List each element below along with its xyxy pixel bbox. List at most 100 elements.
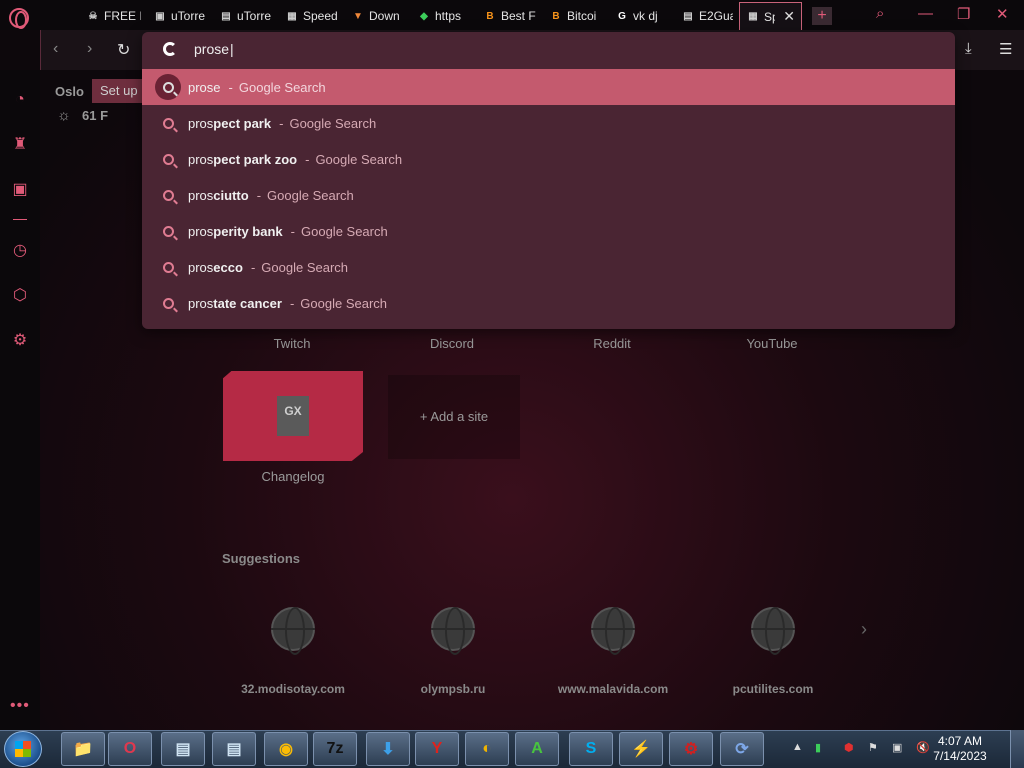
suggestion-row[interactable]: pros perity bank - Google Search: [142, 213, 955, 249]
skype-icon[interactable]: S: [569, 732, 613, 766]
security-app-icon[interactable]: ⚙: [669, 732, 713, 766]
close-tab-icon[interactable]: ✕: [783, 8, 795, 25]
document-viewer-icon[interactable]: ▤: [161, 732, 205, 766]
search-icon: [155, 290, 181, 316]
tab-title: Speed: [303, 9, 338, 23]
speed-dial-youtube[interactable]: YouTube: [702, 336, 842, 351]
grid-icon: ▦: [287, 10, 297, 22]
start-button[interactable]: [4, 731, 42, 767]
new-tab-button[interactable]: +: [812, 7, 832, 25]
speed-dial-discord[interactable]: Discord: [382, 336, 522, 351]
tab-title: uTorre: [237, 9, 272, 23]
browser-icon[interactable]: ◐: [465, 732, 509, 766]
globe-icon[interactable]: [591, 607, 635, 655]
chevron-right-icon[interactable]: ›: [861, 619, 867, 640]
gx-control-icon[interactable]: ◔: [10, 90, 30, 110]
suggestion-typed-part: pros: [188, 259, 214, 275]
suggestion-row[interactable]: pros ecco - Google Search: [142, 249, 955, 285]
tab-5[interactable]: ◆ https: [411, 2, 477, 30]
taskbar-app-glyph: 📁: [73, 741, 93, 758]
download-manager-icon[interactable]: ⬇: [366, 732, 410, 766]
suggestion-typed-part: pros: [188, 295, 214, 311]
suggestion-typed-part: pros: [188, 223, 214, 239]
minimize-icon[interactable]: —: [918, 5, 933, 22]
suggestion-row[interactable]: pros pect park zoo - Google Search: [142, 141, 955, 177]
tab-2[interactable]: ▤ uTorre: [213, 2, 279, 30]
search-icon: [155, 254, 181, 280]
tray-overflow-icon[interactable]: ▲: [792, 741, 803, 753]
taskbar-app-glyph: 7z: [326, 740, 344, 757]
suggestion-row[interactable]: pros ciutto - Google Search: [142, 177, 955, 213]
tab-3[interactable]: ▦ Speed: [279, 2, 345, 30]
sidebar-more-icon[interactable]: •••: [10, 697, 30, 715]
suggested-site-label[interactable]: pcutilites.com: [698, 682, 848, 696]
search-tabs-icon[interactable]: ⌕: [876, 5, 884, 22]
suggestion-separator: -: [290, 223, 295, 239]
search-icon: [155, 74, 181, 100]
android-app-icon[interactable]: A: [515, 732, 559, 766]
gx-corner-icon[interactable]: ♜: [10, 135, 30, 155]
twitch-icon[interactable]: ▣: [10, 180, 30, 200]
show-desktop-button[interactable]: [1010, 730, 1024, 768]
back-icon[interactable]: ‹: [53, 40, 58, 58]
tab-9[interactable]: ▤ E2Gua: [675, 2, 739, 30]
address-input[interactable]: prose: [194, 41, 234, 57]
7zip-icon[interactable]: 7z: [313, 732, 357, 766]
opera-menu-icon[interactable]: [9, 8, 29, 29]
close-window-icon[interactable]: ✕: [996, 5, 1009, 23]
suggestion-row[interactable]: pros tate cancer - Google Search: [142, 285, 955, 321]
tab-7[interactable]: B Bitcoi: [543, 2, 609, 30]
network-icon[interactable]: ▣: [892, 741, 902, 754]
reload-icon[interactable]: ↻: [117, 40, 130, 60]
tab-1[interactable]: ▣ uTorre: [147, 2, 213, 30]
file-explorer-icon[interactable]: 📁: [61, 732, 105, 766]
suggestion-source: Google Search: [261, 259, 349, 275]
bolt-app-icon[interactable]: ⚡: [619, 732, 663, 766]
globe-icon[interactable]: [751, 607, 795, 655]
clock-date: 7/14/2023: [933, 749, 987, 763]
clock[interactable]: 4:07 AM 7/14/2023: [930, 734, 990, 764]
speed-dial-changelog-label[interactable]: Changelog: [223, 469, 363, 484]
tab-6[interactable]: B Best F: [477, 2, 543, 30]
tab-4[interactable]: ▼ Down: [345, 2, 411, 30]
action-center-icon[interactable]: ⚑: [868, 741, 878, 754]
chrome-icon[interactable]: ◉: [264, 732, 308, 766]
battery-tray-icon[interactable]: ▮: [815, 741, 821, 754]
yandex-icon[interactable]: Y: [415, 732, 459, 766]
globe-icon[interactable]: [431, 607, 475, 655]
taskbar-app-glyph: ▤: [226, 741, 242, 758]
suggestion-source: Google Search: [267, 187, 354, 203]
security-tray-icon[interactable]: ⬢: [844, 741, 854, 754]
suggested-site-label[interactable]: olympsb.ru: [378, 682, 528, 696]
speed-dial-reddit[interactable]: Reddit: [542, 336, 682, 351]
downloads-icon[interactable]: ⤓: [965, 40, 972, 57]
globe-icon[interactable]: [271, 607, 315, 655]
speed-dial-twitch[interactable]: Twitch: [222, 336, 362, 351]
suggestion-meta: - Google Search: [279, 116, 376, 131]
document-viewer-icon-2[interactable]: ▤: [212, 732, 256, 766]
settings-icon[interactable]: ⚙: [10, 331, 30, 351]
tab-title: FREE I: [104, 9, 141, 23]
easy-setup-icon[interactable]: ☰: [999, 40, 1012, 58]
tab-8[interactable]: Gvk dj: [609, 2, 675, 30]
volume-muted-icon[interactable]: 🔇: [916, 741, 930, 754]
suggestion-row[interactable]: pros e - Google Search: [142, 69, 955, 105]
extensions-icon[interactable]: ⬡: [10, 286, 30, 306]
weather-setup-button[interactable]: Set up: [92, 79, 144, 103]
suggested-site-label[interactable]: 32.modisotay.com: [218, 682, 368, 696]
sun-icon: ☼: [57, 107, 71, 124]
restore-icon[interactable]: ❐: [957, 5, 970, 23]
history-icon[interactable]: ◷: [10, 241, 30, 261]
opera-gx-window: { "tabs": [ {"title": "FREE I", "icon": …: [0, 0, 1024, 768]
suggestion-row[interactable]: pros pect park - Google Search: [142, 105, 955, 141]
tab-title: Sp: [764, 9, 775, 24]
tab-title: Bitcoi: [567, 9, 597, 23]
taskbar-app-glyph: A: [531, 740, 543, 757]
tab-0[interactable]: ☠ FREE I: [80, 2, 147, 30]
suggested-site-label[interactable]: www.malavida.com: [538, 682, 688, 696]
add-site-button[interactable]: + Add a site: [388, 375, 520, 459]
sync-app-icon[interactable]: ⟳: [720, 732, 764, 766]
forward-icon[interactable]: ›: [87, 40, 92, 58]
opera-icon[interactable]: O: [108, 732, 152, 766]
tab-10[interactable]: ▦ Sp ✕: [739, 2, 802, 30]
